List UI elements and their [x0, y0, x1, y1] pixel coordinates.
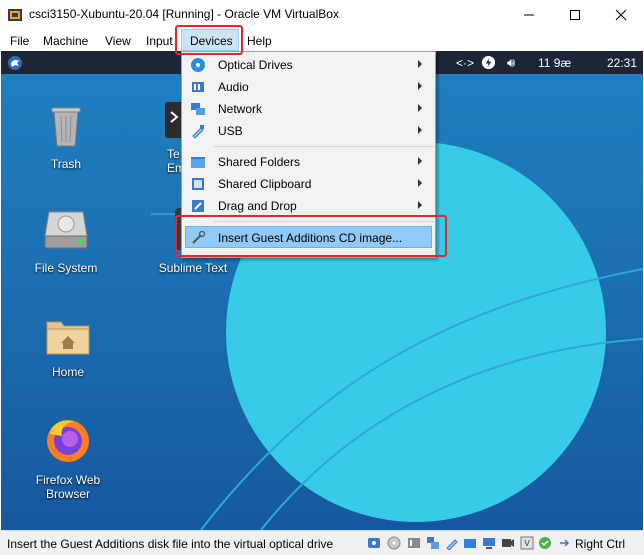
folder-icon [191, 157, 205, 168]
menu-item-shared-clipboard[interactable]: Shared Clipboard [183, 173, 434, 195]
menu-separator [214, 146, 434, 147]
vt-x-status-icon[interactable]: V [520, 536, 534, 550]
network-indicator-icon[interactable]: <·> [456, 56, 474, 70]
submenu-arrow-icon [418, 179, 422, 187]
title-bar: csci3150-Xubuntu-20.04 [Running] - Oracl… [0, 0, 644, 29]
virtualbox-icon [8, 9, 22, 21]
drag-drop-icon [192, 200, 204, 212]
trash-icon [51, 107, 81, 147]
desktop-icon-firefox[interactable]: Firefox Web Browser [13, 416, 123, 501]
minimize-icon [524, 14, 534, 15]
usb-status-icon[interactable] [445, 536, 459, 550]
submenu-arrow-icon [418, 82, 422, 90]
hard-disk-status-icon[interactable] [367, 536, 381, 550]
menu-item-optical-drives[interactable]: Optical Drives [183, 54, 434, 76]
panel-date: 11 9æ [538, 56, 572, 70]
menu-item-label: Shared Folders [218, 155, 301, 169]
volume-icon[interactable]: 🔊︎ [507, 55, 515, 71]
network-icon [191, 103, 205, 115]
submenu-arrow-icon [418, 201, 422, 209]
power-icon[interactable] [481, 55, 496, 70]
menu-item-audio[interactable]: Audio [183, 76, 434, 98]
audio-status-icon[interactable] [407, 536, 421, 550]
menu-machine[interactable]: Machine [43, 34, 88, 48]
menu-item-shared-folders[interactable]: Shared Folders [183, 151, 434, 173]
desktop-icon-trash[interactable]: Trash [11, 100, 121, 171]
network-status-icon[interactable] [426, 536, 440, 550]
display-status-icon[interactable] [482, 536, 496, 550]
menu-item-drag-and-drop[interactable]: Drag and Drop [183, 195, 434, 217]
desktop-icon-file-system[interactable]: File System [11, 208, 121, 275]
desktop-icon-label: Home [51, 365, 84, 379]
host-key-arrow-icon[interactable] [557, 536, 571, 550]
menu-view[interactable]: View [105, 34, 131, 48]
clipboard-icon [192, 178, 204, 190]
highlight-devices-menu [175, 25, 243, 55]
audio-icon [192, 82, 204, 92]
maximize-icon [570, 9, 580, 20]
close-button[interactable] [598, 0, 644, 29]
menu-item-label: Shared Clipboard [218, 177, 312, 191]
recording-status-icon[interactable] [501, 536, 515, 550]
desktop-icon-label: Sublime Text [158, 261, 228, 275]
menu-help[interactable]: Help [247, 34, 272, 48]
submenu-arrow-icon [418, 157, 422, 165]
hard-drive-icon [44, 211, 88, 249]
submenu-arrow-icon [418, 126, 422, 134]
panel-time: 22:31 [607, 56, 638, 70]
desktop-icon-label-line2: Browser [45, 487, 90, 501]
menu-item-network[interactable]: Network [183, 98, 434, 120]
desktop-icon-home[interactable]: Home [13, 316, 123, 379]
shared-folders-status-icon[interactable] [463, 536, 477, 550]
svg-text:V: V [524, 539, 530, 548]
menu-item-usb[interactable]: USB [183, 120, 434, 142]
menu-item-label: Optical Drives [218, 58, 293, 72]
submenu-arrow-icon [418, 60, 422, 68]
status-text: Insert the Guest Additions disk file int… [7, 537, 334, 551]
menu-bar [0, 29, 644, 51]
optical-disc-icon [191, 58, 205, 72]
status-bar: Insert the Guest Additions disk file int… [0, 530, 644, 555]
menu-item-label: Drag and Drop [218, 199, 297, 213]
usb-icon [192, 125, 204, 139]
menu-item-label: Audio [218, 80, 249, 94]
close-icon [615, 9, 627, 20]
host-key-label: Right Ctrl [575, 537, 626, 551]
minimize-button[interactable] [506, 0, 552, 29]
desktop-icon-label: Firefox Web [35, 473, 101, 487]
menu-file[interactable]: File [10, 34, 29, 48]
menu-item-label: USB [218, 124, 243, 138]
firefox-icon [47, 420, 89, 462]
desktop-icon-label: File System [34, 261, 98, 275]
highlight-insert-guest-additions [175, 215, 447, 257]
desktop-icon-label: Trash [50, 157, 82, 171]
optical-drive-status-icon[interactable] [387, 536, 401, 550]
xfce-menu-icon[interactable] [7, 55, 23, 71]
maximize-button[interactable] [552, 0, 598, 29]
mouse-integration-status-icon[interactable] [538, 536, 552, 550]
menu-item-label: Network [218, 102, 263, 116]
home-folder-icon [46, 321, 90, 355]
menu-input[interactable]: Input [146, 34, 173, 48]
submenu-arrow-icon [418, 104, 422, 112]
window-title: csci3150-Xubuntu-20.04 [Running] - Oracl… [29, 7, 339, 21]
